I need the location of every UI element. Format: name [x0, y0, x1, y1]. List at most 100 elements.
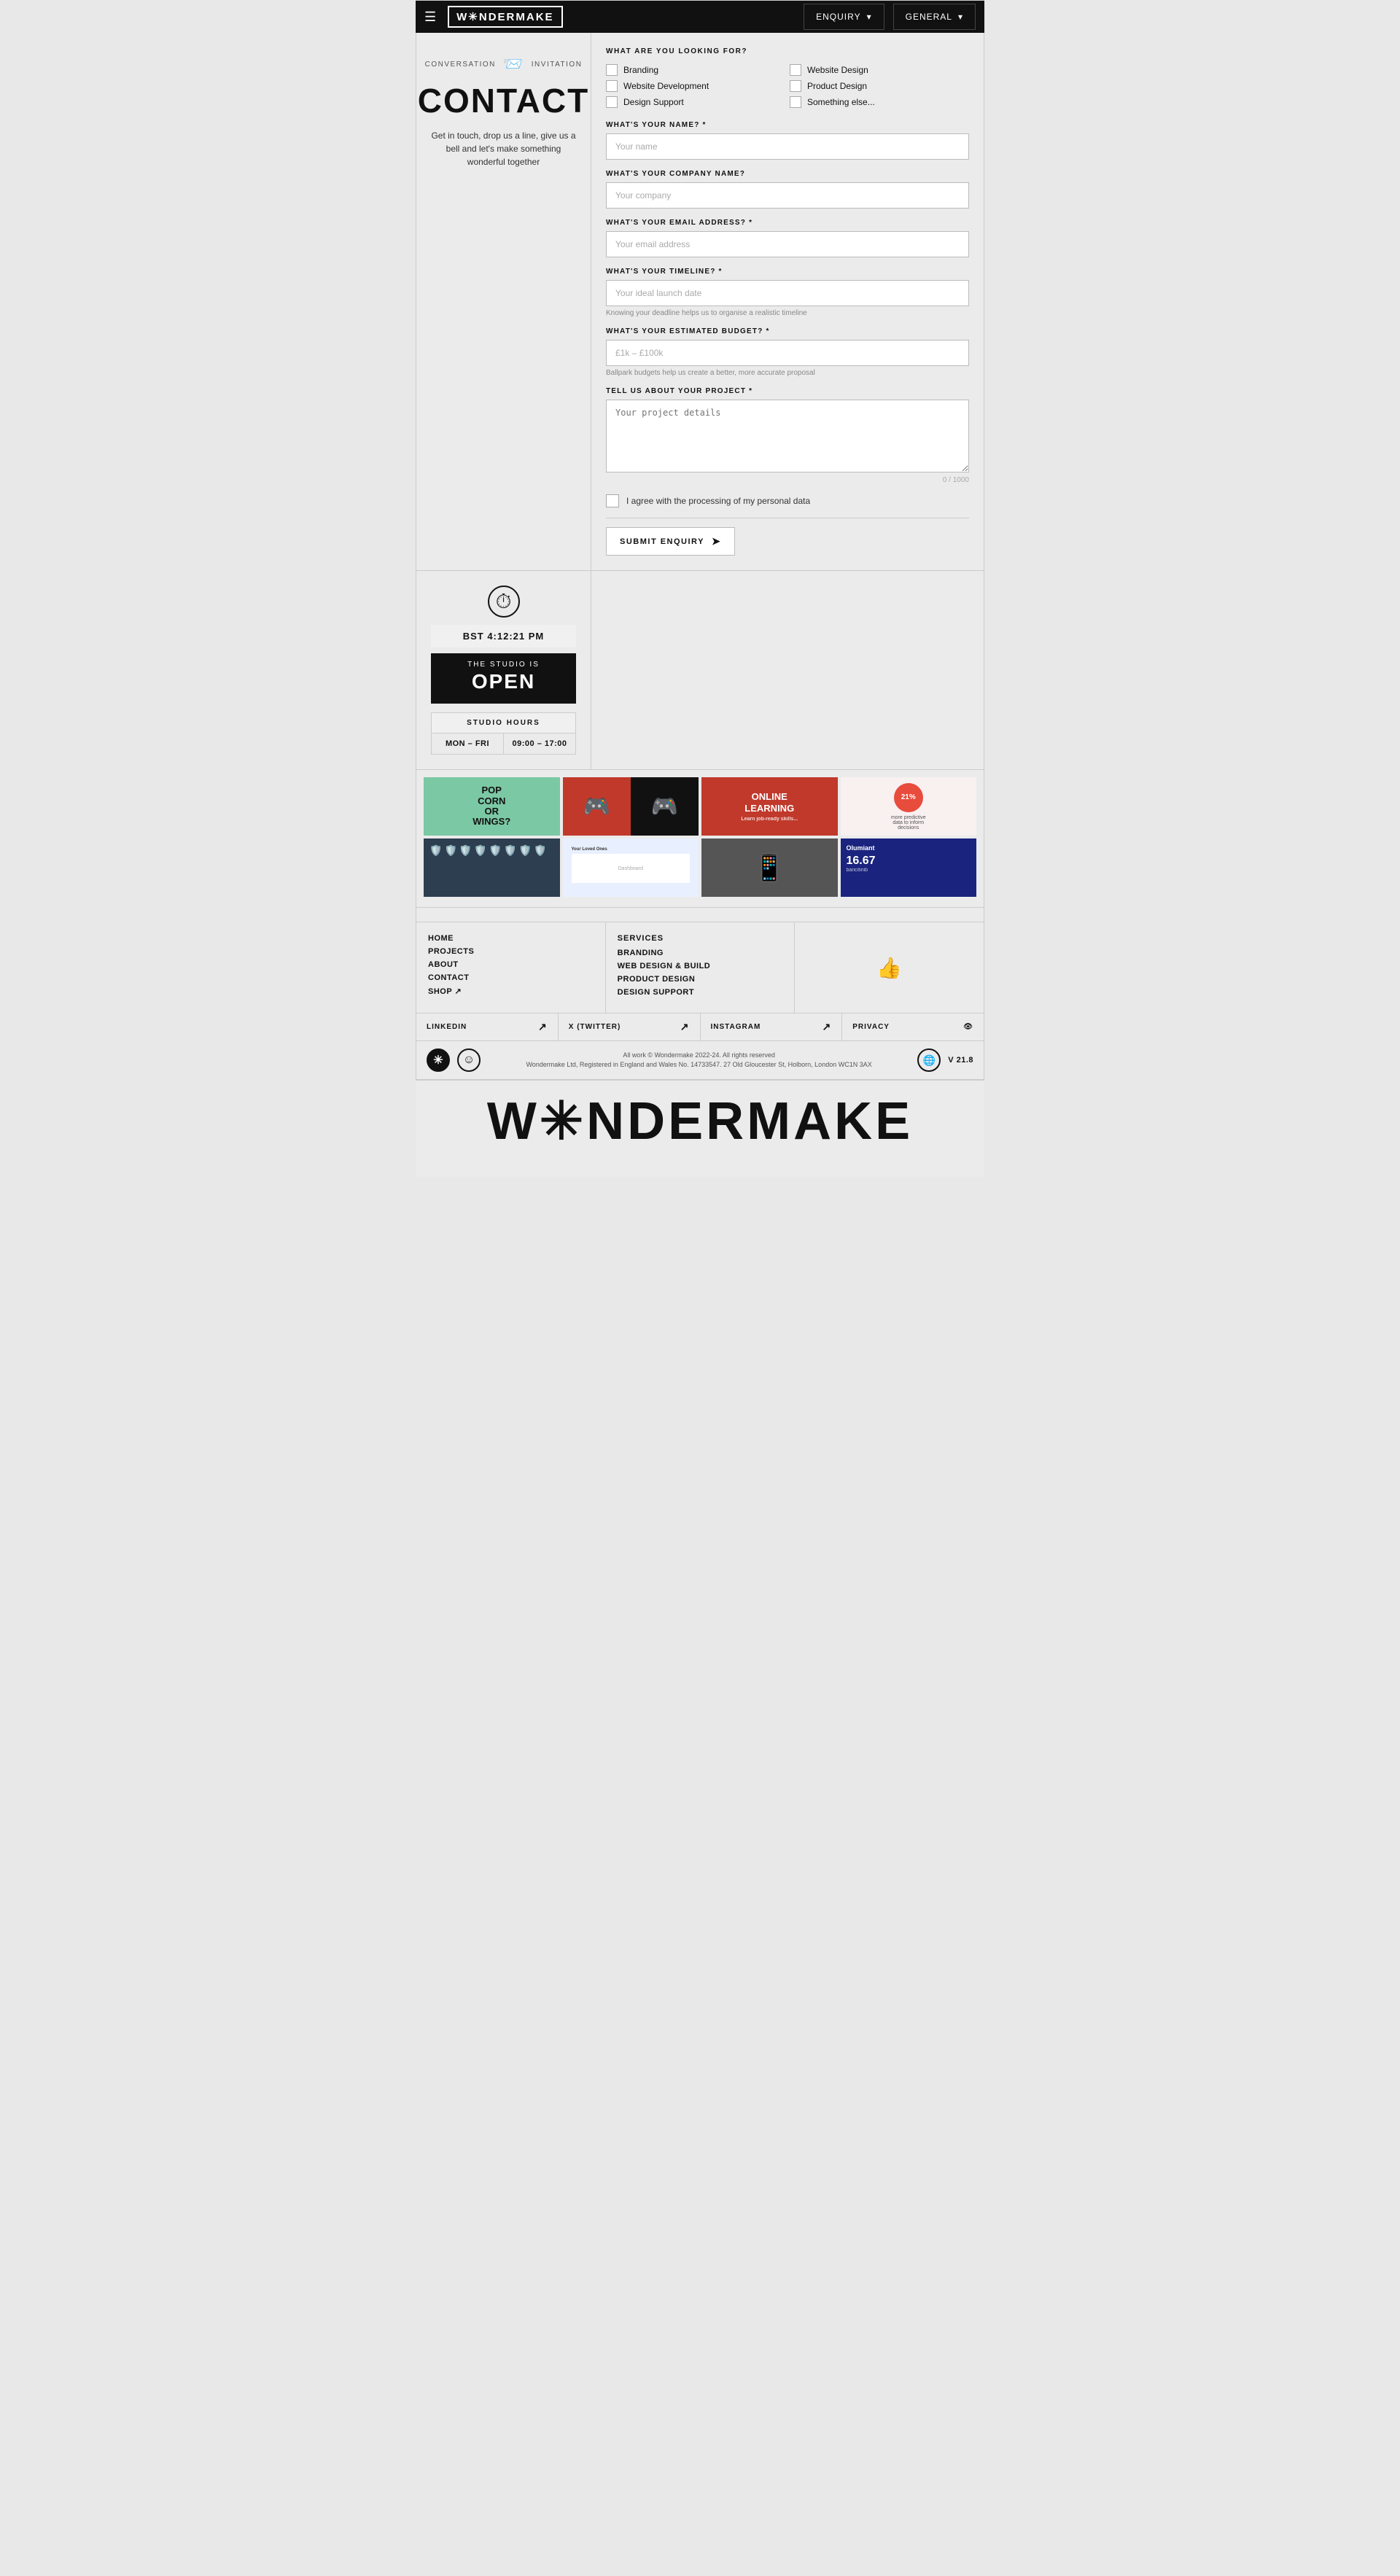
submit-label: SUBMIT ENQUIRY — [620, 537, 704, 546]
project-group: TELL US ABOUT YOUR PROJECT * 0 / 1000 — [606, 387, 969, 484]
service-checkboxes: Branding Website Design Website Developm… — [606, 64, 969, 108]
gallery-item-online-learning[interactable]: ONLINELEARNING Learn job-ready skills... — [701, 777, 838, 836]
footer-spacer — [416, 908, 984, 922]
footer-branding[interactable]: BRANDING — [618, 949, 783, 957]
submit-button[interactable]: SUBMIT ENQUIRY ➤ — [606, 527, 735, 556]
footer-contact[interactable]: CONTACT — [428, 973, 594, 982]
globe-button[interactable]: 🌐 — [917, 1048, 941, 1072]
studio-left-panel: ⏱ BST 4:12:21 PM THE STUDIO IS OPEN STUD… — [416, 571, 591, 769]
contact-title: CONTACT — [418, 81, 589, 120]
contact-left-panel: CONVERSATION 📨 INVITATION CONTACT Get in… — [416, 33, 591, 570]
message-icon: 📨 — [503, 55, 524, 74]
services-title: SERVICES — [618, 934, 783, 943]
hamburger-menu[interactable]: ☰ — [424, 9, 436, 25]
linkedin-arrow-icon: ↗ — [538, 1021, 548, 1033]
linkedin-label: LINKEDIN — [427, 1023, 467, 1031]
checkbox-website-dev[interactable]: Website Development — [606, 80, 785, 92]
phone-icon: 📱 — [753, 852, 786, 883]
contact-section: CONVERSATION 📨 INVITATION CONTACT Get in… — [416, 33, 984, 571]
gallery-row-2: 🛡️ 🛡️ 🛡️ 🛡️ 🛡️ 🛡️ 🛡️ 🛡️ Your Loved Ones — [424, 838, 976, 897]
checkbox-something-else-input[interactable] — [790, 96, 801, 108]
header: ☰ W✳NDERMAKE ENQUIRY ▾ GENERAL ▾ — [416, 1, 984, 33]
instagram-arrow-icon: ↗ — [822, 1021, 832, 1033]
bst-time: BST 4:12:21 PM — [431, 625, 576, 647]
timeline-label: WHAT'S YOUR TIMELINE? * — [606, 268, 969, 276]
footer-instagram[interactable]: INSTAGRAM ↗ — [701, 1013, 843, 1040]
checkbox-branding-input[interactable] — [606, 64, 618, 76]
twitter-arrow-icon: ↗ — [680, 1021, 690, 1033]
footer-shop[interactable]: SHOP ↗ — [428, 987, 594, 996]
gallery-item-phone[interactable]: 📱 — [701, 838, 838, 897]
email-group: WHAT'S YOUR EMAIL ADDRESS? * — [606, 219, 969, 257]
gallery-item-olumiant[interactable]: Olumiant 16.67 baricitinib — [841, 838, 977, 897]
email-input[interactable] — [606, 231, 969, 257]
asterisk-button[interactable]: ✳ — [427, 1048, 450, 1072]
footer-linkedin[interactable]: LINKEDIN ↗ — [416, 1013, 559, 1040]
footer-privacy[interactable]: PRIVACY 👁 — [842, 1013, 984, 1040]
privacy-eye-icon: 👁 — [963, 1023, 973, 1031]
studio-hours-days: MON – FRI — [432, 734, 504, 754]
twitter-label: X (TWITTER) — [569, 1023, 621, 1031]
conversation-label: CONVERSATION — [425, 61, 496, 69]
checkbox-website-dev-input[interactable] — [606, 80, 618, 92]
checkbox-website-design[interactable]: Website Design — [790, 64, 969, 76]
footer-about[interactable]: ABOUT — [428, 960, 594, 969]
checkbox-product-design[interactable]: Product Design — [790, 80, 969, 92]
privacy-label: PRIVACY — [852, 1023, 890, 1031]
footer-product-design[interactable]: PRODUCT DESIGN — [618, 975, 783, 984]
checkbox-website-design-input[interactable] — [790, 64, 801, 76]
consent-label: I agree with the processing of my person… — [626, 496, 810, 506]
enquiry-dropdown[interactable]: ENQUIRY ▾ — [804, 4, 884, 30]
footer-col-main: HOME PROJECTS ABOUT CONTACT SHOP ↗ — [416, 922, 606, 1013]
timeline-hint: Knowing your deadline helps us to organi… — [606, 309, 969, 317]
gallery-wrapper: POPCORNORWINGS? 🎮 🎮 ONLINELEARNING — [424, 777, 976, 897]
studio-hours-row: MON – FRI 09:00 – 17:00 — [432, 734, 575, 754]
checkbox-something-else[interactable]: Something else... — [790, 96, 969, 108]
thumbs-up-icon[interactable]: 👍 — [876, 956, 902, 980]
gallery-section: POPCORNORWINGS? 🎮 🎮 ONLINELEARNING — [416, 770, 984, 908]
name-label: WHAT'S YOUR NAME? * — [606, 121, 969, 129]
budget-group: WHAT'S YOUR ESTIMATED BUDGET? * Ballpark… — [606, 327, 969, 377]
smiley-button[interactable]: ☺ — [457, 1048, 481, 1072]
looking-for-label: WHAT ARE YOU LOOKING FOR? — [606, 47, 969, 55]
footer-twitter[interactable]: X (TWITTER) ↗ — [559, 1013, 701, 1040]
gallery-item-dashboard[interactable]: Your Loved Ones Dashboard — [563, 838, 699, 897]
footer-home[interactable]: HOME — [428, 934, 594, 943]
timeline-input[interactable] — [606, 280, 969, 306]
footer-design-support[interactable]: DESIGN SUPPORT — [618, 988, 783, 997]
footer-col-thumbs: 👍 — [795, 922, 984, 1013]
project-textarea[interactable] — [606, 400, 969, 472]
contact-form: WHAT ARE YOU LOOKING FOR? Branding Websi… — [591, 33, 984, 570]
gallery-row-1: POPCORNORWINGS? 🎮 🎮 ONLINELEARNING — [424, 777, 976, 836]
gallery-item-gamepad[interactable]: 🎮 🎮 — [563, 777, 699, 836]
project-label: TELL US ABOUT YOUR PROJECT * — [606, 387, 969, 395]
studio-hours-table: STUDIO HOURS MON – FRI 09:00 – 17:00 — [431, 712, 576, 755]
studio-open-label: THE STUDIO IS — [431, 661, 576, 669]
consent-checkbox[interactable] — [606, 494, 619, 507]
clock-icon: ⏱ — [488, 585, 520, 618]
logo[interactable]: W✳NDERMAKE — [448, 6, 562, 28]
gallery-item-dots[interactable]: 21% more predictivedata to informdecisio… — [841, 777, 977, 836]
checkbox-design-support[interactable]: Design Support — [606, 96, 785, 108]
footer-nav: HOME PROJECTS ABOUT CONTACT SHOP ↗ SERVI… — [416, 922, 984, 1013]
footer-projects[interactable]: PROJECTS — [428, 947, 594, 956]
gallery-item-shields[interactable]: 🛡️ 🛡️ 🛡️ 🛡️ 🛡️ 🛡️ 🛡️ 🛡️ — [424, 838, 560, 897]
footer-bottom-bar: ✳ ☺ All work © Wondermake 2022-24. All r… — [416, 1041, 984, 1080]
name-group: WHAT'S YOUR NAME? * — [606, 121, 969, 160]
invitation-label: INVITATION — [532, 61, 583, 69]
gallery-item-popcorn[interactable]: POPCORNORWINGS? — [424, 777, 560, 836]
footer-web-design[interactable]: WEB DESIGN & BUILD — [618, 962, 783, 970]
general-dropdown[interactable]: GENERAL ▾ — [893, 4, 976, 30]
budget-hint: Ballpark budgets help us create a better… — [606, 369, 969, 377]
checkbox-design-support-input[interactable] — [606, 96, 618, 108]
checkbox-branding[interactable]: Branding — [606, 64, 785, 76]
company-input[interactable] — [606, 182, 969, 209]
consent-row[interactable]: I agree with the processing of my person… — [606, 494, 969, 507]
footer-social: LINKEDIN ↗ X (TWITTER) ↗ INSTAGRAM ↗ PRI… — [416, 1013, 984, 1041]
footer-copyright: All work © Wondermake 2022-24. All right… — [488, 1051, 910, 1070]
footer-col-services: SERVICES BRANDING WEB DESIGN & BUILD PRO… — [606, 922, 796, 1013]
checkbox-product-design-input[interactable] — [790, 80, 801, 92]
budget-input[interactable] — [606, 340, 969, 366]
name-input[interactable] — [606, 133, 969, 160]
percent-badge: 21% — [894, 783, 923, 812]
